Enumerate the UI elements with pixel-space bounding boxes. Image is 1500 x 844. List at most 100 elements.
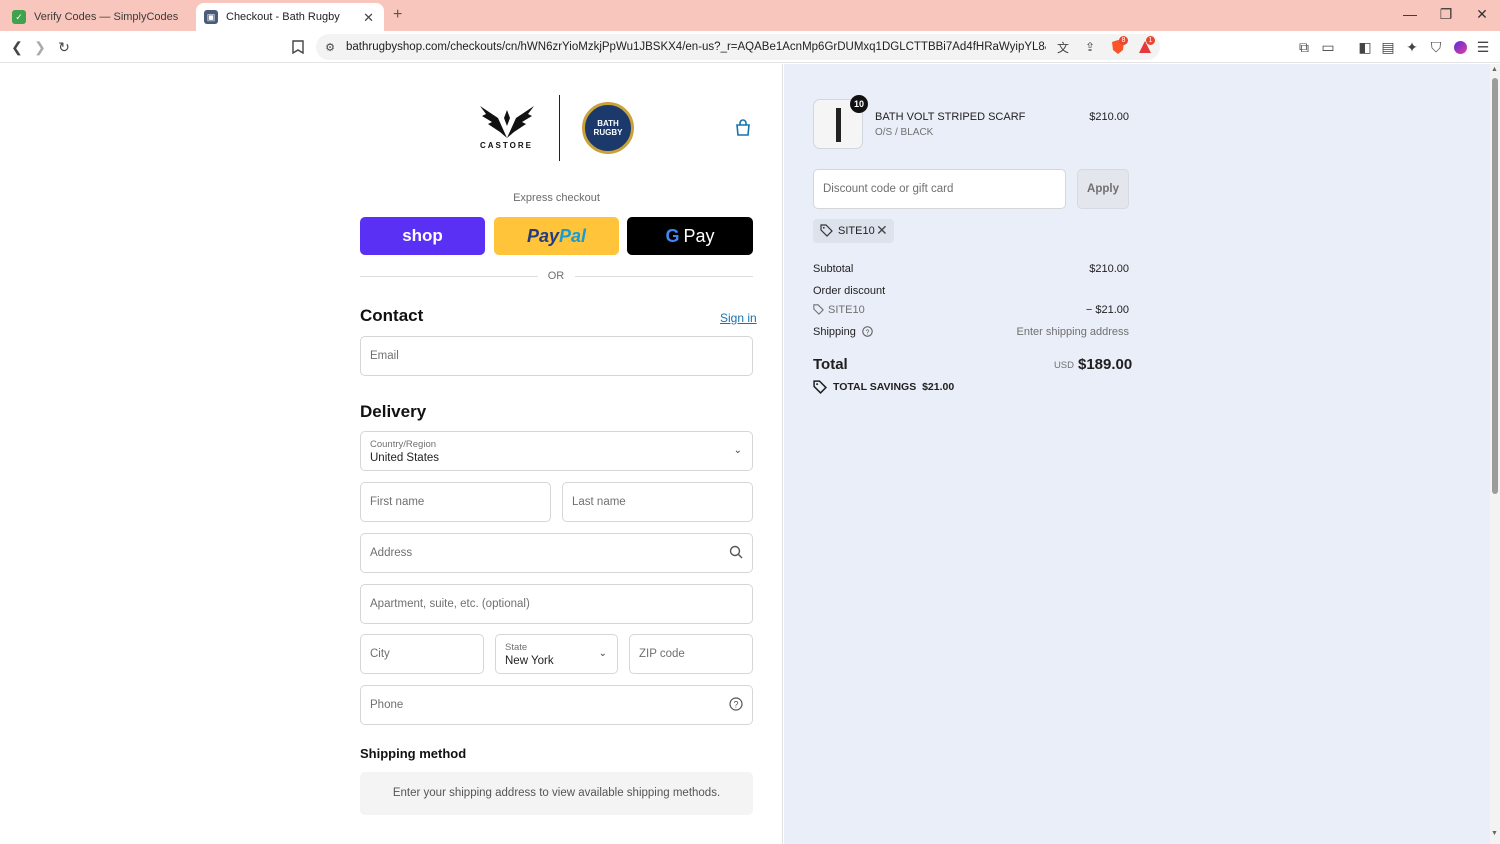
zip-field[interactable]: ZIP code <box>629 634 753 674</box>
applied-discount-chip: SITE10 ✕ <box>813 219 894 243</box>
google-pay-button[interactable]: G Pay <box>627 217 753 255</box>
apply-button[interactable]: Apply <box>1077 169 1129 209</box>
scroll-down-icon[interactable]: ▼ <box>1491 830 1498 837</box>
extensions-icon[interactable]: ⧉ <box>1296 39 1312 55</box>
search-icon <box>729 545 743 564</box>
url-text: bathrugbyshop.com/checkouts/cn/hWN6zrYio… <box>346 41 1046 53</box>
city-placeholder: City <box>370 648 390 660</box>
chevron-down-icon: ⌄ <box>598 648 607 659</box>
menu-icon[interactable]: ☰ <box>1475 39 1491 55</box>
shipping-method-note: Enter your shipping address to view avai… <box>360 772 753 815</box>
subtotal-label: Subtotal <box>813 263 854 275</box>
site-settings-icon[interactable]: ⚙ <box>322 39 338 55</box>
shop-pay-button[interactable]: shop <box>360 217 485 255</box>
paypal-label-pal: Pal <box>559 225 587 246</box>
discount-code-row: SITE10 <box>813 304 865 318</box>
shipping-method-heading: Shipping method <box>360 746 467 761</box>
apartment-placeholder: Apartment, suite, etc. (optional) <box>370 598 530 610</box>
shipping-label: Shipping <box>813 326 856 338</box>
product-variant: O/S / BLACK <box>875 127 934 138</box>
savings-tag-icon <box>813 380 827 399</box>
page-scrollbar[interactable]: ▲ ▼ <box>1490 64 1500 844</box>
phone-field[interactable]: Phone ? <box>360 685 753 725</box>
shipping-label-row: Shipping ? <box>813 326 873 340</box>
country-value: United States <box>370 452 440 464</box>
help-icon[interactable]: ? <box>729 697 743 716</box>
discount-value: − $21.00 <box>1085 304 1129 316</box>
vpn-icon[interactable]: ⛉ <box>1428 39 1444 55</box>
apartment-field[interactable]: Apartment, suite, etc. (optional) <box>360 584 753 624</box>
discount-code-input[interactable]: Discount code or gift card <box>813 169 1066 209</box>
delivery-heading: Delivery <box>360 402 427 421</box>
forward-icon[interactable]: ❯ <box>32 39 48 55</box>
sidebar-icon[interactable]: ◧ <box>1357 39 1373 55</box>
shopping-bag-icon[interactable] <box>734 119 752 142</box>
close-window-icon[interactable]: ✕ <box>1475 6 1489 23</box>
scrollbar-thumb[interactable] <box>1492 78 1498 494</box>
wallet-icon[interactable]: ▤ <box>1380 39 1396 55</box>
bath-rugby-crest-icon: BATH RUGBY <box>582 102 634 154</box>
first-name-field[interactable]: First name <box>360 482 551 522</box>
paypal-button[interactable]: Pay Pal <box>494 217 619 255</box>
svg-text:?: ? <box>733 700 738 710</box>
state-label: State <box>505 642 528 653</box>
minimize-icon[interactable]: — <box>1403 6 1417 22</box>
brave-shields-icon[interactable]: 8 <box>1110 36 1128 55</box>
new-tab-icon[interactable]: + <box>393 6 402 24</box>
paypal-label-pay: Pay <box>526 225 559 246</box>
profile-icon[interactable] <box>1452 39 1468 55</box>
bookmark-icon[interactable] <box>290 39 306 55</box>
simplycodes-icon: ✓ <box>12 10 26 24</box>
email-field[interactable]: Email <box>360 336 753 376</box>
sign-in-link[interactable]: Sign in <box>720 311 757 325</box>
leo-ai-icon[interactable]: ✦ <box>1404 39 1420 55</box>
tag-icon <box>813 304 824 318</box>
last-name-field[interactable]: Last name <box>562 482 753 522</box>
quantity-badge: 10 <box>850 95 868 113</box>
chevron-down-icon: ⌄ <box>733 445 742 456</box>
shields-count-badge: 8 <box>1119 36 1128 45</box>
city-field[interactable]: City <box>360 634 484 674</box>
savings-label: TOTAL SAVINGS <box>833 381 917 393</box>
discount-placeholder: Discount code or gift card <box>823 183 954 195</box>
express-checkout-label: Express checkout <box>513 192 600 204</box>
crest-text: BATH RUGBY <box>593 119 623 137</box>
remove-discount-icon[interactable]: ✕ <box>876 222 888 239</box>
help-icon[interactable]: ? <box>862 326 873 340</box>
subtotal-value: $210.00 <box>1089 263 1129 275</box>
brave-rewards-icon[interactable]: 1 <box>1137 36 1155 55</box>
order-discount-label: Order discount <box>813 285 886 297</box>
tag-icon <box>820 224 833 242</box>
reload-icon[interactable]: ↻ <box>56 39 72 55</box>
country-label: Country/Region <box>370 439 437 450</box>
google-g-icon: G <box>665 225 680 246</box>
scarf-image <box>836 108 841 142</box>
logo-divider <box>559 95 560 161</box>
restore-icon[interactable]: ❐ <box>1439 6 1453 23</box>
email-placeholder: Email <box>370 350 399 362</box>
scroll-up-icon[interactable]: ▲ <box>1491 66 1498 73</box>
or-divider-right <box>575 276 753 277</box>
tab-checkout-bath-rugby[interactable]: ▣ Checkout - Bath Rugby ✕ <box>196 3 384 31</box>
currency-code: USD <box>1053 360 1074 371</box>
zip-placeholder: ZIP code <box>639 648 685 660</box>
tab-title: Checkout - Bath Rugby <box>226 11 340 23</box>
address-field[interactable]: Address <box>360 533 753 573</box>
last-name-placeholder: Last name <box>572 496 626 508</box>
translate-icon[interactable]: 文 <box>1055 39 1071 55</box>
total-value: $189.00 <box>1078 356 1133 373</box>
google-pay-label: Pay <box>683 225 715 246</box>
state-select[interactable]: State New York ⌄ <box>495 634 618 674</box>
close-tab-icon[interactable]: ✕ <box>363 10 374 26</box>
browser-tab-strip: ✓ Verify Codes — SimplyCodes ▣ Checkout … <box>0 0 1500 31</box>
first-name-placeholder: First name <box>370 496 425 508</box>
state-value: New York <box>505 655 554 667</box>
address-bar[interactable]: ⚙ bathrugbyshop.com/checkouts/cn/hWN6zrY… <box>316 34 1160 60</box>
castore-logo-text: CASTORE <box>480 141 533 150</box>
back-icon[interactable]: ❮ <box>9 39 25 55</box>
share-icon[interactable]: ⇪ <box>1082 39 1098 55</box>
country-select[interactable]: Country/Region United States ⌄ <box>360 431 753 471</box>
tab-search-icon[interactable]: ▭ <box>1320 39 1336 55</box>
or-divider-label: OR <box>547 270 565 282</box>
tab-simplycodes[interactable]: ✓ Verify Codes — SimplyCodes <box>8 3 194 31</box>
